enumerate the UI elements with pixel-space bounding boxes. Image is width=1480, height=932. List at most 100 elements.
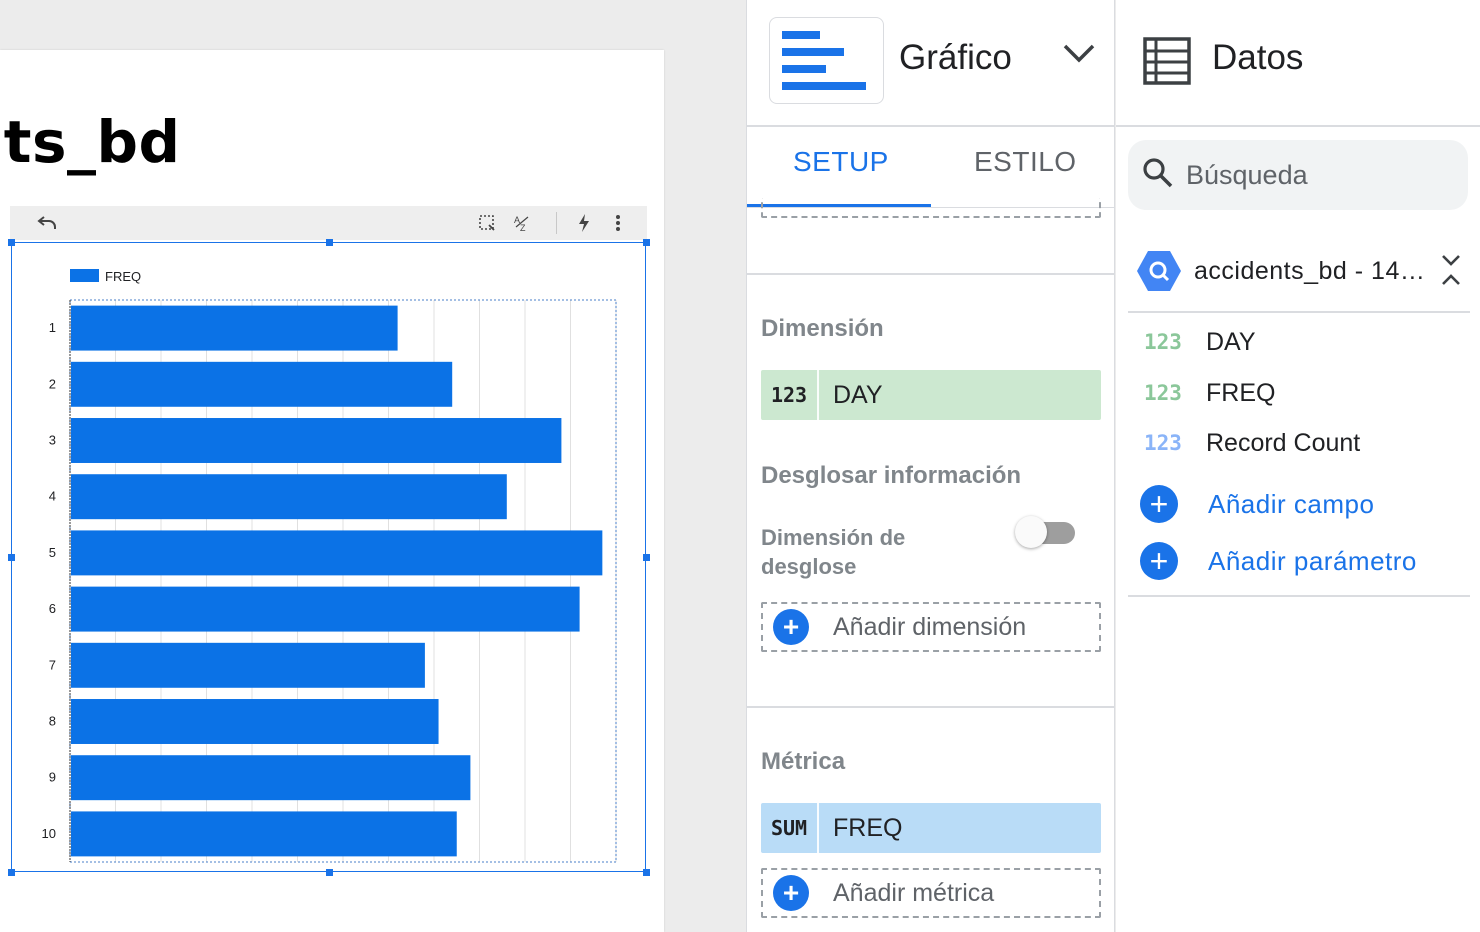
divider (747, 125, 1114, 127)
bigquery-icon (1137, 251, 1181, 291)
data-panel: Datos Búsqueda accidents_bd - 14… 123 DA… (1116, 0, 1480, 932)
sort-az-icon[interactable]: AZ (512, 212, 534, 234)
plus-icon: + (773, 609, 809, 645)
field-freq[interactable]: 123 FREQ (1144, 375, 1275, 411)
legend-label: FREQ (105, 269, 141, 284)
plus-icon: + (1140, 485, 1178, 523)
y-tick-label: 10 (42, 826, 56, 841)
field-record-count[interactable]: 123 Record Count (1144, 425, 1360, 461)
plus-icon: + (773, 875, 809, 911)
resize-handle[interactable] (643, 239, 650, 246)
breakdown-label-cont: desglose (761, 554, 857, 579)
report-page: nts_bd AZ 12345678910020406080100120FREQ (0, 50, 664, 932)
report-canvas: nts_bd AZ 12345678910020406080100120FREQ (0, 0, 746, 932)
field-name: DAY (1206, 327, 1256, 356)
tab-setup[interactable]: SETUP (793, 146, 889, 178)
more-vert-icon[interactable] (607, 212, 629, 234)
data-panel-title: Datos (1212, 38, 1304, 77)
bar-chart-icon (782, 31, 866, 90)
chart-toolbar: AZ (10, 206, 647, 240)
bar (71, 305, 398, 351)
resize-handle[interactable] (8, 239, 15, 246)
bar-chart[interactable]: 12345678910020406080100120FREQ (12, 243, 647, 873)
plus-icon: + (1140, 542, 1178, 580)
y-tick-label: 6 (49, 601, 56, 616)
data-source-row[interactable]: accidents_bd - 14… (1136, 248, 1470, 294)
field-name: FREQ (1206, 378, 1276, 407)
data-source-name: accidents_bd - 14… (1194, 256, 1426, 285)
legend-swatch (70, 269, 99, 282)
drill-down-section-title: Desglosar información (761, 462, 1022, 489)
number-type-badge: 123 (761, 370, 819, 420)
add-parameter-button[interactable]: + Añadir parámetro (1140, 541, 1417, 581)
tab-style[interactable]: ESTILO (974, 146, 1077, 178)
add-dimension-button[interactable]: + Añadir dimensión (761, 602, 1101, 652)
chart-type-picker[interactable] (769, 17, 884, 104)
resize-handle[interactable] (326, 239, 333, 246)
add-field-label: Añadir campo (1208, 488, 1375, 519)
search-placeholder: Búsqueda (1186, 159, 1308, 190)
chart-selection-frame[interactable]: 12345678910020406080100120FREQ (11, 242, 647, 873)
aggregation-badge: SUM (761, 803, 819, 853)
number-type-icon: 123 (1144, 330, 1182, 354)
bar (71, 642, 425, 688)
select-area-icon[interactable] (476, 212, 498, 234)
scrolled-add-box (761, 198, 1101, 218)
y-tick-label: 4 (49, 489, 56, 504)
toolbar-separator (556, 212, 557, 234)
number-type-icon: 123 (1144, 431, 1182, 455)
divider (1128, 311, 1470, 313)
chevron-down-icon[interactable] (1062, 42, 1096, 69)
metric-chip-freq[interactable]: SUM FREQ (761, 803, 1101, 853)
x-tick-label: 0 (66, 872, 73, 873)
resize-handle[interactable] (326, 869, 333, 876)
svg-text:Z: Z (520, 223, 526, 233)
bar (71, 530, 603, 576)
add-dimension-label: Añadir dimensión (833, 612, 1027, 641)
dimension-chip-label: DAY (833, 380, 883, 409)
y-tick-label: 8 (49, 714, 56, 729)
bar (71, 418, 562, 463)
bar (71, 361, 453, 407)
expand-collapse-icon[interactable] (1440, 252, 1462, 293)
divider (747, 273, 1114, 275)
y-tick-label: 2 (49, 376, 56, 391)
add-parameter-label: Añadir parámetro (1208, 545, 1417, 576)
breakdown-label: Dimensión de (761, 525, 906, 550)
x-tick-label: 80 (427, 872, 441, 873)
resize-handle[interactable] (8, 869, 15, 876)
bar (71, 811, 457, 857)
x-tick-label: 20 (154, 872, 168, 873)
report-title: nts_bd (0, 108, 181, 176)
bar (71, 474, 507, 520)
resize-handle[interactable] (8, 554, 15, 561)
bar (71, 586, 580, 632)
breakdown-toggle[interactable] (1013, 516, 1075, 548)
undo-icon[interactable] (36, 212, 58, 234)
table-icon (1142, 36, 1192, 91)
search-icon (1142, 157, 1174, 194)
metric-chip-label: FREQ (833, 813, 903, 842)
number-type-icon: 123 (1144, 381, 1182, 405)
x-tick-label: 100 (514, 872, 536, 873)
x-tick-label: 60 (336, 872, 350, 873)
field-search-input[interactable]: Búsqueda (1128, 140, 1468, 210)
chart-type-label: Gráfico (899, 38, 1012, 77)
field-name: Record Count (1206, 428, 1361, 457)
field-day[interactable]: 123 DAY (1144, 324, 1256, 360)
add-metric-button[interactable]: + Añadir métrica (761, 868, 1101, 918)
resize-handle[interactable] (643, 869, 650, 876)
metric-section-title: Métrica (761, 748, 846, 775)
x-tick-label: 120 (605, 872, 627, 873)
y-tick-label: 5 (49, 545, 56, 560)
divider (1116, 125, 1480, 127)
add-metric-label: Añadir métrica (833, 878, 995, 907)
resize-handle[interactable] (643, 554, 650, 561)
dimension-chip-day[interactable]: 123 DAY (761, 370, 1101, 420)
lightning-icon[interactable] (573, 212, 595, 234)
chart-setup-panel: Gráfico SETUP ESTILO Dimensión 123 DAY D… (746, 0, 1115, 932)
y-tick-label: 7 (49, 657, 56, 672)
add-field-button[interactable]: + Añadir campo (1140, 484, 1374, 524)
divider (1128, 595, 1470, 597)
bar (71, 755, 471, 801)
